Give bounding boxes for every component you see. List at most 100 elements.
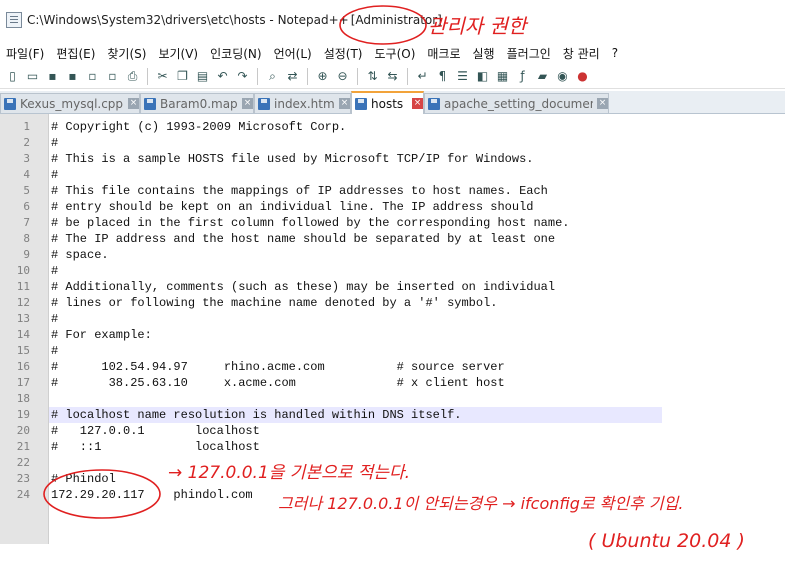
code-line[interactable]: # localhost name resolution is handled w… [51, 407, 461, 423]
code-line[interactable]: # be placed in the first column followed… [51, 215, 569, 231]
code-line[interactable]: # [51, 311, 58, 327]
tab-apache-setting-document[interactable]: apache_setting_document × [424, 93, 609, 113]
code-line[interactable]: # [51, 135, 58, 151]
line-number: 10 [16, 264, 30, 277]
close-all-icon[interactable]: ▫ [104, 68, 121, 85]
tab-close-icon[interactable]: × [242, 98, 253, 109]
line-number: 15 [16, 344, 30, 357]
toolbar-separator [407, 67, 408, 85]
save-all-icon[interactable]: ▪ [64, 68, 81, 85]
code-line[interactable]: # For example: [51, 327, 152, 343]
print-icon[interactable]: ⎙ [124, 68, 141, 85]
tab-label: Baram0.map [160, 96, 238, 111]
menu-item[interactable]: 도구(O) [369, 45, 422, 62]
copy-icon[interactable]: ❐ [174, 68, 191, 85]
code-line[interactable]: # Copyright (c) 1993-2009 Microsoft Corp… [51, 119, 346, 135]
menu-item[interactable]: 언어(L) [268, 45, 318, 62]
sync-horizontal-icon[interactable]: ⇆ [384, 68, 401, 85]
menu-item[interactable]: 창 관리 [557, 45, 606, 62]
code-line[interactable]: # lines or following the machine name de… [51, 295, 497, 311]
admin-note-annotation: 관리자 권한 [428, 14, 527, 38]
menu-item[interactable]: 파일(F) [0, 45, 50, 62]
tab-index-html[interactable]: index.html × [254, 93, 351, 113]
editor-bottom-area [0, 544, 662, 568]
code-line[interactable]: # This is a sample HOSTS file used by Mi… [51, 151, 533, 167]
sync-vertical-icon[interactable]: ⇅ [364, 68, 381, 85]
menu-item[interactable]: 찾기(S) [101, 45, 152, 62]
code-line[interactable]: # [51, 167, 58, 183]
line-number: 18 [16, 392, 30, 405]
notepad-plus-plus-icon [6, 12, 22, 28]
menu-item[interactable]: ? [606, 46, 624, 60]
menu-item[interactable]: 설정(T) [318, 45, 369, 62]
tab-close-icon[interactable]: × [339, 98, 350, 109]
code-line[interactable]: # [51, 343, 58, 359]
monitor-icon[interactable]: ◉ [554, 68, 571, 85]
word-wrap-icon[interactable]: ↵ [414, 68, 431, 85]
paste-icon[interactable]: ▤ [194, 68, 211, 85]
tab-close-icon[interactable]: × [412, 98, 423, 109]
line-number: 16 [16, 360, 30, 373]
code-line[interactable]: # ::1 localhost [51, 439, 260, 455]
function-list-icon[interactable]: ƒ [514, 68, 531, 85]
code-line[interactable]: # [51, 263, 58, 279]
tab-kexus-mysql-cpp[interactable]: Kexus_mysql.cpp × [0, 93, 140, 113]
line-number: 3 [23, 152, 30, 165]
tab-close-icon[interactable]: × [128, 98, 139, 109]
toolbar-separator [147, 67, 148, 85]
menu-item[interactable]: 매크로 [421, 45, 466, 62]
show-all-chars-icon[interactable]: ¶ [434, 68, 451, 85]
new-file-icon[interactable]: ▯ [4, 68, 21, 85]
record-icon[interactable]: ● [574, 68, 591, 85]
menu-item[interactable]: 보기(V) [152, 45, 204, 62]
indent-guide-icon[interactable]: ☰ [454, 68, 471, 85]
code-line[interactable]: # This file contains the mappings of IP … [51, 183, 548, 199]
title-bar: C:\Windows\System32\drivers\etc\hosts - … [0, 0, 785, 40]
line-number: 21 [16, 440, 30, 453]
line-number: 20 [16, 424, 30, 437]
code-line[interactable]: # 127.0.0.1 localhost [51, 423, 260, 439]
tab-baram0-map[interactable]: Baram0.map × [140, 93, 254, 113]
file-saved-icon [258, 97, 270, 110]
find-icon[interactable]: ⌕ [264, 68, 281, 85]
map-icon[interactable]: ▦ [494, 68, 511, 85]
toolbar-separator [357, 67, 358, 85]
file-saved-icon [355, 97, 367, 110]
code-line[interactable]: # Additionally, comments (such as these)… [51, 279, 555, 295]
undo-icon[interactable]: ↶ [214, 68, 231, 85]
code-line[interactable]: # 38.25.63.10 x.acme.com # x client host [51, 375, 505, 391]
code-line[interactable]: # entry should be kept on an individual … [51, 199, 533, 215]
line-number: 17 [16, 376, 30, 389]
tab-close-icon[interactable]: × [597, 98, 608, 109]
line-number: 6 [23, 200, 30, 213]
open-file-icon[interactable]: ▭ [24, 68, 41, 85]
code-line[interactable]: # Phindol [51, 471, 116, 487]
menu-item[interactable]: 인코딩(N) [204, 45, 267, 62]
folder-icon[interactable]: ▰ [534, 68, 551, 85]
zoom-in-icon[interactable]: ⊕ [314, 68, 331, 85]
zoom-out-icon[interactable]: ⊖ [334, 68, 351, 85]
cut-icon[interactable]: ✂ [154, 68, 171, 85]
line-number: 4 [23, 168, 30, 181]
line-number: 19 [16, 408, 30, 421]
menu-item[interactable]: 편집(E) [50, 45, 101, 62]
tab-label: Kexus_mysql.cpp [20, 96, 124, 111]
code-line[interactable]: 172.29.20.117 phindol.com [51, 487, 253, 503]
language-icon[interactable]: ◧ [474, 68, 491, 85]
close-icon[interactable]: ▫ [84, 68, 101, 85]
redo-icon[interactable]: ↷ [234, 68, 251, 85]
save-icon[interactable]: ▪ [44, 68, 61, 85]
code-line[interactable]: # The IP address and the host name shoul… [51, 231, 555, 247]
code-line[interactable]: # space. [51, 247, 109, 263]
tab-label: index.html [274, 96, 335, 111]
tab-hosts[interactable]: hosts × [351, 91, 424, 114]
toolbar-separator [307, 67, 308, 85]
replace-icon[interactable]: ⇄ [284, 68, 301, 85]
ifconfig-note-annotation: 그러나 127.0.0.1이 안되는경우 → ifconfig로 확인후 기입. [278, 494, 684, 513]
tab-label: apache_setting_document [444, 96, 593, 111]
code-line[interactable]: # 102.54.94.97 rhino.acme.com # source s… [51, 359, 505, 375]
menu-item[interactable]: 실행 [467, 45, 501, 62]
line-number: 22 [16, 456, 30, 469]
menu-item[interactable]: 플러그인 [501, 45, 557, 62]
line-number: 12 [16, 296, 30, 309]
